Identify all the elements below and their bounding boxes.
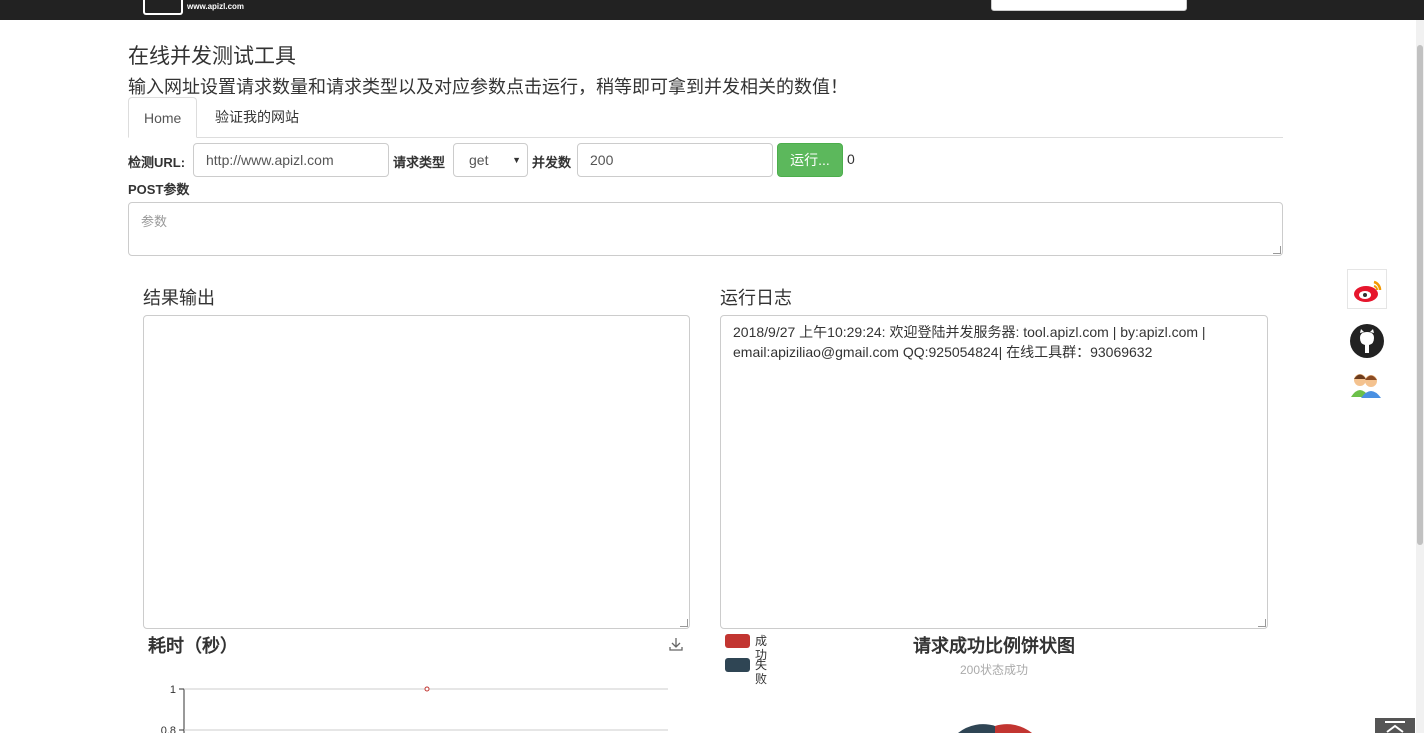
chevron-down-icon: ▼ bbox=[512, 155, 521, 165]
pie-chart-title: 请求成功比例饼状图 bbox=[913, 636, 1075, 656]
y-tick-label: 0.8 bbox=[161, 725, 176, 733]
data-point bbox=[424, 686, 430, 692]
results-textarea[interactable] bbox=[143, 315, 690, 629]
concurrency-label: 并发数 bbox=[532, 155, 572, 170]
page-title: 在线并发测试工具 bbox=[128, 45, 296, 68]
post-params-textarea[interactable]: 参数 bbox=[128, 202, 1283, 256]
qq-group-icon bbox=[1351, 374, 1381, 398]
github-icon bbox=[1350, 324, 1384, 358]
results-title: 结果输出 bbox=[143, 288, 215, 308]
arrow-up-icon bbox=[1385, 721, 1405, 733]
log-textarea[interactable]: 2018/9/27 上午10:29:24: 欢迎登陆并发服务器: tool.ap… bbox=[720, 315, 1268, 629]
scrollbar-thumb[interactable] bbox=[1417, 45, 1423, 545]
run-button[interactable]: 运行... bbox=[777, 143, 843, 177]
resize-handle[interactable] bbox=[1273, 246, 1281, 254]
log-line: 2018/9/27 上午10:29:24: 欢迎登陆并发服务器: tool.ap… bbox=[733, 324, 1206, 340]
top-search-input[interactable] bbox=[991, 0, 1187, 11]
pie-chart bbox=[958, 724, 1032, 733]
legend-swatch bbox=[725, 634, 750, 648]
y-tick-label: 1 bbox=[170, 684, 176, 696]
resize-handle[interactable] bbox=[1258, 619, 1266, 627]
method-value: get bbox=[469, 152, 489, 168]
pie-chart-subtitle: 200状态成功 bbox=[960, 663, 1029, 677]
log-line: email:apiziliao@gmail.com QQ:925054824| … bbox=[733, 344, 1153, 360]
url-label: 检测URL: bbox=[128, 155, 186, 170]
weibo-icon bbox=[1354, 280, 1382, 302]
url-input[interactable]: http://www.apizl.com bbox=[193, 143, 389, 177]
pie-slice-success[interactable] bbox=[995, 724, 1032, 733]
legend-label: 失败 bbox=[755, 658, 768, 686]
tab-home[interactable]: Home bbox=[128, 97, 198, 138]
legend-swatch bbox=[725, 658, 750, 672]
time-chart-title: 耗时（秒） bbox=[148, 636, 238, 656]
tab-bar: Home 验证我的网站 bbox=[128, 97, 1283, 138]
resize-handle[interactable] bbox=[680, 619, 688, 627]
method-label: 请求类型 bbox=[393, 155, 446, 170]
method-select[interactable]: get ▼ bbox=[453, 143, 528, 177]
github-button[interactable] bbox=[1347, 319, 1387, 359]
run-count: 0 bbox=[847, 151, 855, 167]
time-chart: 1 0.8 bbox=[161, 684, 668, 733]
log-content: 2018/9/27 上午10:29:24: 欢迎登陆并发服务器: tool.ap… bbox=[733, 322, 1227, 362]
site-logo[interactable] bbox=[143, 0, 183, 15]
post-params-placeholder: 参数 bbox=[141, 214, 168, 229]
weibo-button[interactable] bbox=[1347, 269, 1387, 309]
back-to-top-button[interactable] bbox=[1375, 718, 1415, 733]
page-subtitle: 输入网址设置请求数量和请求类型以及对应参数点击运行，稍等即可拿到并发相关的数值！ bbox=[128, 77, 848, 97]
post-params-label: POST参数 bbox=[128, 182, 190, 197]
page-scrollbar[interactable] bbox=[1416, 20, 1424, 733]
logo-text: www.apizl.com bbox=[187, 2, 245, 11]
log-title: 运行日志 bbox=[720, 288, 792, 308]
concurrency-input[interactable]: 200 bbox=[577, 143, 773, 177]
qq-group-button[interactable] bbox=[1347, 365, 1387, 405]
tab-verify-site[interactable]: 验证我的网站 bbox=[200, 97, 314, 138]
pie-slice-fail[interactable] bbox=[958, 724, 995, 733]
download-icon[interactable] bbox=[668, 636, 684, 652]
top-navbar: www.apizl.com bbox=[0, 0, 1424, 20]
